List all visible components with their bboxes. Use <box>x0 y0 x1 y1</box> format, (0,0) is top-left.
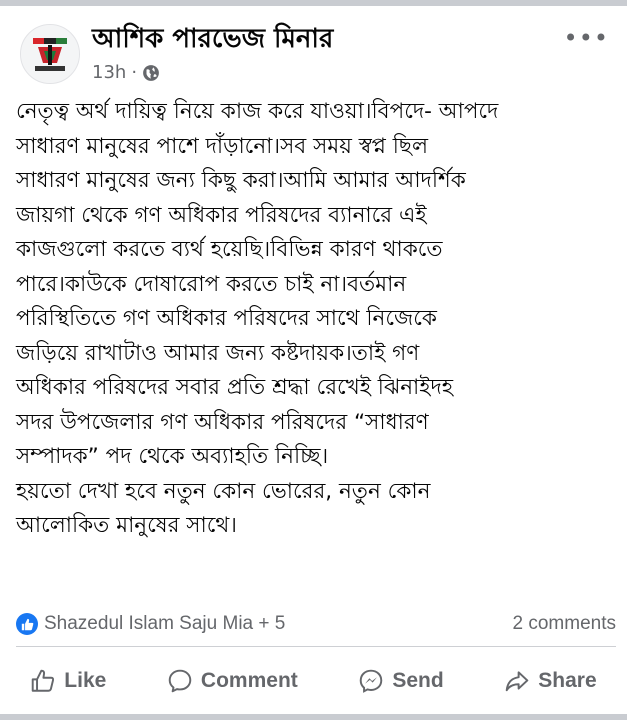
send-label: Send <box>392 669 444 692</box>
post-author-name[interactable]: আশিক পারভেজ মিনার <box>92 18 333 62</box>
post-line: পারে।কাউকে দোষারোপ করতে চাই না।বর্তমান <box>16 271 407 297</box>
reaction-names: Shazedul Islam Saju Mia + 5 <box>44 613 286 634</box>
avatar-logo-icon <box>21 25 79 83</box>
post-line: জায়গা থেকে গণ অধিকার পরিষদের ব্যানারে এ… <box>16 202 427 228</box>
comment-label: Comment <box>200 669 298 692</box>
comment-button[interactable]: Comment <box>167 668 298 694</box>
like-reaction-icon <box>16 613 38 635</box>
reaction-summary[interactable]: Shazedul Islam Saju Mia + 5 <box>16 613 285 635</box>
post-line: সদর উপজেলার গণ অধিকার পরিষদের “সাধারণ <box>16 409 429 435</box>
post-timestamp[interactable]: 13h <box>92 62 126 83</box>
top-border <box>0 0 627 6</box>
post-line: অধিকার পরিষদের সবার প্রতি শ্রদ্ধা রেখেই … <box>16 375 454 400</box>
share-arrow-icon <box>506 671 529 692</box>
globe-icon <box>143 64 159 81</box>
post-line: সাধারণ মানুষের পাশে দাঁড়ানো।সব সময় স্ব… <box>16 133 428 159</box>
comment-bubble-icon <box>168 669 192 693</box>
messenger-icon <box>360 669 383 693</box>
post-line: হয়তো দেখা হবে নতুন কোন ভোরের, নতুন কোন <box>16 478 431 504</box>
post-line: সাধারণ মানুষের জন্য কিছু করা।আমি আমার আদ… <box>16 168 466 193</box>
post-line: পরিস্থিতিতে গণ অধিকার পরিষদের সাথে নিজেক… <box>16 306 437 331</box>
reactions-bar: Shazedul Islam Saju Mia + 5 2 comments <box>16 608 616 640</box>
bottom-border <box>0 714 627 720</box>
divider <box>16 646 616 647</box>
post-meta: 13h · <box>92 62 160 83</box>
avatar[interactable] <box>20 24 80 84</box>
post-line: কাজগুলো করতে ব্যর্থ হয়েছি।বিভিন্ন কারণ … <box>16 237 443 262</box>
post-header: আশিক পারভেজ মিনার 13h · ••• <box>0 10 627 90</box>
action-bar: Like Comment Send Share <box>0 655 627 707</box>
post-line: সম্পাদক” পদ থেকে অব্যাহতি নিচ্ছি। <box>16 444 329 469</box>
post-line: নেতৃত্ব অর্থ দায়িত্ব নিয়ে কাজ করে যাওয… <box>16 99 499 124</box>
meta-separator: · <box>131 62 138 83</box>
post-body: নেতৃত্ব অর্থ দায়িত্ব নিয়ে কাজ করে যাওয… <box>16 95 616 544</box>
like-button[interactable]: Like <box>30 668 106 694</box>
comments-count[interactable]: 2 comments <box>513 613 616 635</box>
post-line: আলোকিত মানুষের সাথে। <box>16 513 237 538</box>
more-options-icon[interactable]: ••• <box>564 24 609 52</box>
post-line: জড়িয়ে রাখাটাও আমার জন্য কষ্টদায়ক।তাই … <box>16 340 420 366</box>
like-label: Like <box>64 669 107 692</box>
share-label: Share <box>538 669 597 692</box>
thumbs-up-icon <box>32 669 55 692</box>
send-button[interactable]: Send <box>358 668 444 694</box>
share-button[interactable]: Share <box>504 668 597 694</box>
